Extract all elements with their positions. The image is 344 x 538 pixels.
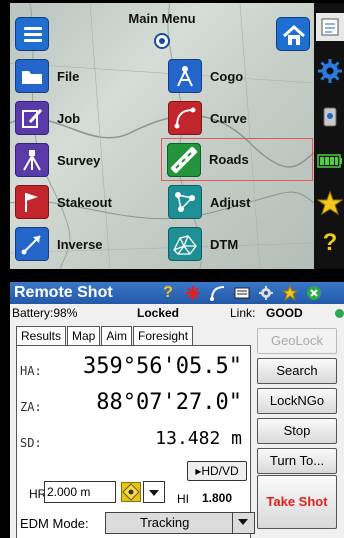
menu-item-label: Inverse [57, 236, 103, 252]
geolock-button[interactable]: GeoLock [257, 328, 337, 354]
lock-status: Locked [137, 306, 180, 320]
sd-label: SD: [20, 436, 42, 450]
main-menu-title: Main Menu [128, 11, 196, 26]
link-label: Link: [230, 306, 256, 320]
screen: Main Menu File Cogo Job Curve Survey Roa… [0, 0, 344, 538]
status-row: Battery:98% Locked Link: GOOD [10, 305, 344, 321]
hd-vd-button[interactable]: ▸HD/VD [187, 461, 247, 481]
ha-label: HA: [20, 364, 42, 378]
window-title: Remote Shot [14, 284, 113, 301]
right-status-toolbar: ? [314, 3, 344, 269]
menu-item-adjust[interactable]: Adjust [168, 185, 250, 219]
link-status-icon [335, 309, 344, 318]
menu-item-label: Curve [210, 110, 247, 126]
favorites-icon[interactable] [282, 285, 298, 301]
menu-item-label: File [57, 68, 80, 84]
menu-item-label: Job [57, 110, 81, 126]
instrument-icon[interactable] [316, 103, 344, 131]
remote-shot-window: Remote Shot ? Battery:98% Locked Link: G… [10, 282, 344, 538]
ha-value: 359°56'05.5" [83, 354, 242, 379]
battery-status: Battery:98% [12, 306, 78, 320]
job-edit-icon [15, 101, 49, 135]
hr-input[interactable]: 2.000 m [44, 481, 116, 503]
help-icon[interactable]: ? [160, 284, 176, 301]
link-value: GOOD [266, 306, 303, 320]
hi-value: 1.800 [202, 491, 233, 505]
home-icon [282, 24, 306, 45]
hi-label: HI [177, 492, 189, 506]
stop-button[interactable]: Stop [257, 418, 337, 444]
help-question-icon[interactable]: ? [316, 229, 344, 257]
tab-foresight[interactable]: Foresight [133, 326, 194, 346]
sd-value: 13.482 m [155, 428, 242, 449]
close-icon[interactable] [306, 285, 322, 301]
network-icon [168, 185, 202, 219]
chevron-down-icon[interactable] [232, 513, 254, 533]
menu-item-inverse[interactable]: Inverse [15, 227, 103, 261]
keyboard-icon[interactable] [234, 285, 250, 301]
target-dropdown-button[interactable] [143, 481, 165, 503]
page-indicator-dot [154, 33, 170, 49]
measure-arc-icon[interactable] [210, 285, 226, 301]
menu-item-job[interactable]: Job [15, 101, 80, 135]
main-menu-panel: Main Menu File Cogo Job Curve Survey Roa… [10, 3, 314, 269]
za-value: 88°07'27.0" [96, 390, 242, 415]
battery-icon [316, 147, 344, 175]
menu-item-label: Stakeout [57, 194, 112, 210]
menu-item-file[interactable]: File [15, 59, 79, 93]
results-panel: HA: 359°56'05.5" ZA: 88°07'27.0" SD: 13.… [16, 345, 251, 538]
menu-item-label: Survey [57, 152, 101, 168]
tab-aim[interactable]: Aim [101, 326, 133, 346]
menu-item-survey[interactable]: Survey [15, 143, 100, 177]
take-shot-button[interactable]: Take Shot [257, 475, 337, 529]
menu-item-label: DTM [210, 236, 239, 252]
edm-mode-label: EDM Mode: [20, 516, 89, 531]
curve-icon [168, 101, 202, 135]
tripod-icon [15, 143, 49, 177]
laser-pointer-icon[interactable] [185, 285, 201, 301]
job-info-icon[interactable] [316, 13, 344, 41]
road-icon [167, 142, 201, 177]
search-button[interactable]: Search [257, 358, 337, 384]
favorites-star-icon[interactable] [316, 189, 344, 217]
settings-icon[interactable] [258, 285, 274, 301]
menu-item-cogo[interactable]: Cogo [168, 59, 243, 93]
menu-item-curve[interactable]: Curve [168, 101, 247, 135]
menu-item-label: Adjust [210, 194, 251, 210]
menu-item-roads[interactable]: Roads [161, 138, 313, 181]
compass-icon [168, 59, 202, 93]
dtm-mesh-icon [168, 227, 202, 261]
folder-icon [15, 59, 49, 93]
tab-results[interactable]: Results [16, 326, 67, 347]
turn-to-button[interactable]: Turn To... [257, 448, 337, 474]
menu-item-label: Roads [209, 152, 249, 167]
menu-item-dtm[interactable]: DTM [168, 227, 238, 261]
menu-item-stakeout[interactable]: Stakeout [15, 185, 112, 219]
tab-bar: Results Map Aim Foresight [16, 326, 194, 347]
title-bar: Remote Shot ? [10, 282, 344, 304]
flag-icon [15, 185, 49, 219]
za-label: ZA: [20, 400, 42, 414]
inverse-arrow-icon [15, 227, 49, 261]
lockngo-button[interactable]: LockNGo [257, 388, 337, 414]
menu-item-label: Cogo [210, 68, 244, 84]
tab-map[interactable]: Map [67, 326, 101, 346]
home-button[interactable] [276, 17, 310, 51]
prism-target-icon[interactable] [121, 482, 141, 502]
settings-gear-icon[interactable] [316, 57, 344, 85]
